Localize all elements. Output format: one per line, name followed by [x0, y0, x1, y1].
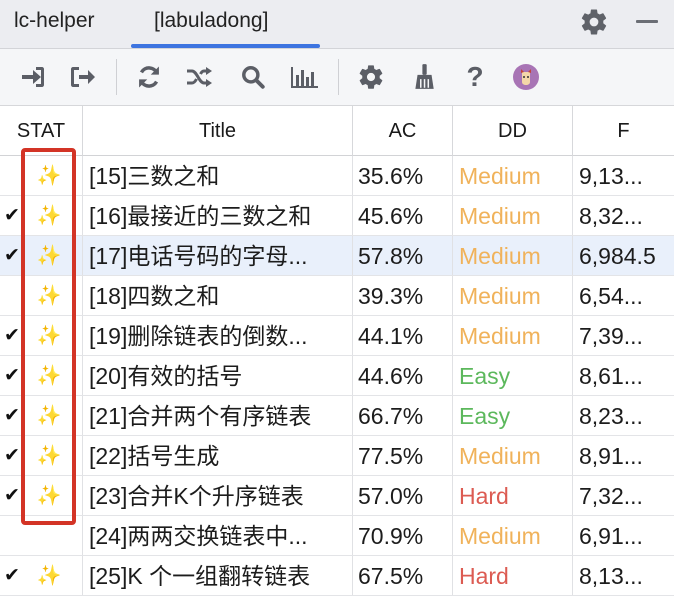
solved-check-icon: ✔ [4, 405, 20, 426]
table-row[interactable]: ✔ ✨ [16]最接近的三数之和 45.6% Medium 8,32... [0, 196, 674, 236]
table-row[interactable]: ✔ ✨ [21]合并两个有序链表 66.7% Easy 8,23... [0, 396, 674, 436]
table-row[interactable]: ✨ [18]四数之和 39.3% Medium 6,54... [0, 276, 674, 316]
difficulty-cell: Hard [453, 476, 573, 515]
title-cell[interactable]: [23]合并K个升序链表 [83, 476, 353, 515]
column-header-dd[interactable]: DD [453, 106, 573, 156]
title-cell[interactable]: [22]括号生成 [83, 436, 353, 475]
shuffle-icon[interactable] [184, 62, 214, 92]
column-header-ac[interactable]: AC [353, 106, 453, 156]
toolbar-separator [116, 59, 117, 95]
frequency-cell: 8,61... [579, 363, 643, 389]
login-icon[interactable] [18, 62, 48, 92]
solved-check-icon: ✔ [4, 325, 20, 346]
title-cell[interactable]: [21]合并两个有序链表 [83, 396, 353, 435]
title-cell[interactable]: [24]两两交换链表中... [83, 516, 353, 555]
difficulty-cell: Medium [453, 156, 573, 195]
settings-icon[interactable] [356, 62, 386, 92]
frequency-cell: 6,54... [579, 283, 643, 309]
difficulty-cell: Easy [453, 356, 573, 395]
difficulty-cell: Hard [453, 556, 573, 595]
difficulty-cell: Medium [453, 516, 573, 555]
solved-check-icon [4, 276, 20, 315]
difficulty-cell: Medium [453, 236, 573, 275]
solved-check-icon [4, 516, 20, 555]
title-cell[interactable]: [18]四数之和 [83, 276, 353, 315]
ac-rate-cell: 44.6% [353, 356, 453, 395]
tab-lc-helper[interactable]: lc-helper [14, 9, 95, 33]
solved-check-icon: ✔ [4, 205, 20, 226]
frequency-cell: 8,13... [579, 563, 643, 589]
title-cell[interactable]: [15]三数之和 [83, 156, 353, 195]
sparkles-icon: ✨ [36, 565, 62, 587]
ac-rate-cell: 35.6% [353, 156, 453, 195]
ac-rate-cell: 57.0% [353, 476, 453, 515]
search-icon[interactable] [238, 62, 268, 92]
table-row[interactable]: [24]两两交换链表中... 70.9% Medium 6,91... [0, 516, 674, 556]
chart-icon[interactable] [290, 62, 320, 92]
table-row[interactable]: ✔ ✨ [25]K 个一组翻转链表 67.5% Hard 8,13... [0, 556, 674, 596]
ac-rate-cell: 44.1% [353, 316, 453, 355]
clean-icon[interactable] [409, 62, 439, 92]
minimize-icon[interactable] [636, 20, 658, 23]
solved-check-icon: ✔ [4, 565, 20, 586]
difficulty-cell: Easy [453, 396, 573, 435]
table-row[interactable]: ✔ ✨ [19]删除链表的倒数... 44.1% Medium 7,39... [0, 316, 674, 356]
table-row[interactable]: ✔ ✨ [17]电话号码的字母... 57.8% Medium 6,984.5 [0, 236, 674, 276]
title-cell[interactable]: [16]最接近的三数之和 [83, 196, 353, 235]
table-row[interactable]: ✔ ✨ [20]有效的括号 44.6% Easy 8,61... [0, 356, 674, 396]
table-header: STAT Title AC DD F [0, 106, 674, 156]
solved-check-icon: ✔ [4, 365, 20, 386]
ac-rate-cell: 39.3% [353, 276, 453, 315]
refresh-icon[interactable] [134, 62, 164, 92]
logout-icon[interactable] [67, 62, 97, 92]
solved-check-icon: ✔ [4, 485, 20, 506]
ac-rate-cell: 67.5% [353, 556, 453, 595]
ac-rate-cell: 77.5% [353, 436, 453, 475]
difficulty-cell: Medium [453, 316, 573, 355]
difficulty-cell: Medium [453, 196, 573, 235]
ac-rate-cell: 66.7% [353, 396, 453, 435]
toolbar: ? [0, 49, 674, 106]
solved-check-icon: ✔ [4, 245, 20, 266]
tab-labuladong[interactable]: [labuladong] [154, 9, 268, 33]
difficulty-cell: Medium [453, 436, 573, 475]
column-header-f[interactable]: F [573, 106, 674, 156]
problem-table: ✨ [15]三数之和 35.6% Medium 9,13... ✔ ✨ [16]最接近的三数之… [0, 156, 674, 596]
solved-check-icon [4, 156, 20, 195]
column-header-title[interactable]: Title [83, 106, 353, 156]
help-icon[interactable]: ? [460, 62, 490, 92]
frequency-cell: 8,32... [579, 203, 643, 229]
frequency-cell: 7,39... [579, 323, 643, 349]
difficulty-cell: Medium [453, 276, 573, 315]
toolbar-separator [338, 59, 339, 95]
frequency-cell: 6,91... [579, 523, 643, 549]
tab-bar: lc-helper [labuladong] [0, 0, 674, 49]
solved-check-icon: ✔ [4, 445, 20, 466]
frequency-cell: 7,32... [579, 483, 643, 509]
title-cell[interactable]: [25]K 个一组翻转链表 [83, 556, 353, 595]
title-cell[interactable]: [19]删除链表的倒数... [83, 316, 353, 355]
avatar-icon[interactable] [511, 62, 541, 92]
frequency-cell: 6,984.5 [579, 243, 656, 269]
frequency-cell: 8,91... [579, 443, 643, 469]
ac-rate-cell: 57.8% [353, 236, 453, 275]
table-row[interactable]: ✔ ✨ [23]合并K个升序链表 57.0% Hard 7,32... [0, 476, 674, 516]
frequency-cell: 8,23... [579, 403, 643, 429]
title-cell[interactable]: [20]有效的括号 [83, 356, 353, 395]
stat-column-highlight [21, 148, 76, 525]
table-row[interactable]: ✨ [15]三数之和 35.6% Medium 9,13... [0, 156, 674, 196]
title-cell[interactable]: [17]电话号码的字母... [83, 236, 353, 275]
table-row[interactable]: ✔ ✨ [22]括号生成 77.5% Medium 8,91... [0, 436, 674, 476]
ac-rate-cell: 70.9% [353, 516, 453, 555]
gear-icon[interactable] [579, 7, 609, 37]
frequency-cell: 9,13... [579, 163, 643, 189]
active-tab-indicator [131, 44, 320, 48]
ac-rate-cell: 45.6% [353, 196, 453, 235]
